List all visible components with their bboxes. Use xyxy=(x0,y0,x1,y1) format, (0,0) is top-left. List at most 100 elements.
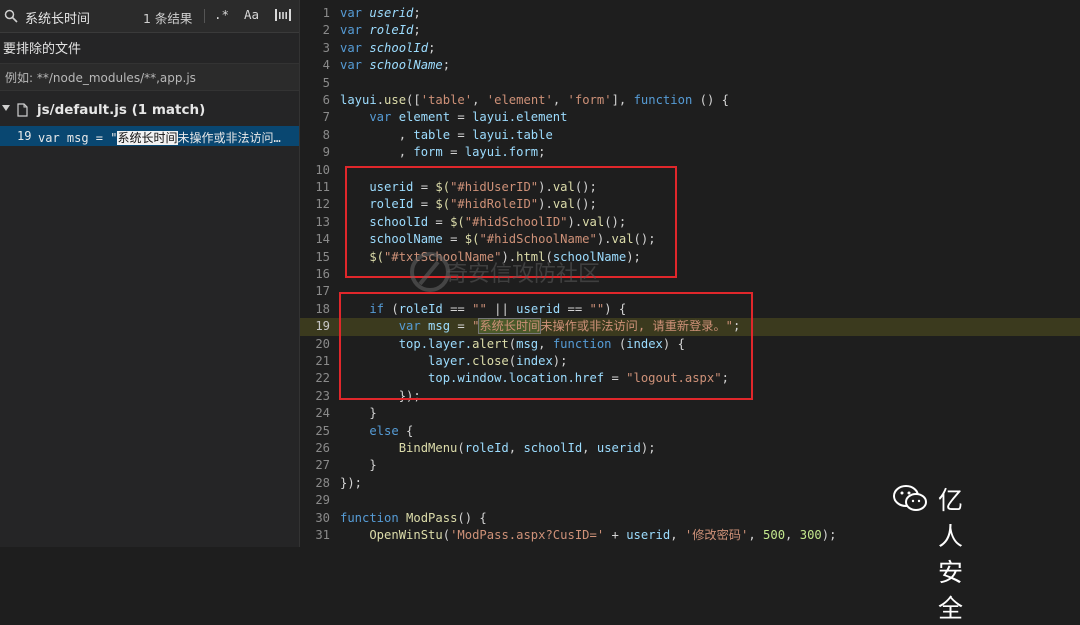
token: () { xyxy=(457,510,487,525)
match-result-item[interactable]: 19 var msg = "系统长时间未操作或非法访问… xyxy=(0,126,299,146)
token: '修改密码' xyxy=(684,528,749,542)
files-to-exclude-input[interactable]: 例如: **/node_modules/**,app.js xyxy=(0,63,299,91)
code-line: 27 } xyxy=(300,457,1080,474)
token: ); xyxy=(821,528,837,542)
line-number: 30 xyxy=(315,510,330,525)
code-line: 24 } xyxy=(300,405,1080,422)
code-line: 5 xyxy=(300,75,1080,92)
token: var xyxy=(340,6,363,20)
token: ; xyxy=(428,40,436,55)
line-number: 13 xyxy=(315,214,330,229)
token: = xyxy=(450,110,473,125)
line-number: 29 xyxy=(315,493,330,508)
code-line: 26 BindMenu(roleId, schoolId, userid); xyxy=(300,440,1080,457)
line-number: 28 xyxy=(315,475,330,490)
match-line-number: 19 xyxy=(17,129,32,143)
token: ], xyxy=(611,93,634,107)
search-bar[interactable]: 系统长时间 1 条结果 .* Aa xyxy=(0,0,299,33)
code-line: 3 var schoolId; xyxy=(300,40,1080,57)
token: function xyxy=(340,510,399,525)
token: userid xyxy=(369,6,414,20)
token: , xyxy=(340,145,414,160)
token: schoolName xyxy=(369,58,443,73)
code-line: 4 var schoolName; xyxy=(300,57,1080,74)
line-number: 2 xyxy=(322,23,330,38)
match-suffix: 未操作或非法访问… xyxy=(177,131,281,145)
annotation-box-login-check xyxy=(339,292,753,400)
token: , xyxy=(552,93,568,107)
token: element xyxy=(391,110,451,125)
result-file-row[interactable]: js/default.js (1 match) xyxy=(0,101,299,121)
token: }); xyxy=(340,475,363,490)
files-to-exclude-label: 要排除的文件 xyxy=(3,42,82,57)
token: var xyxy=(340,23,363,38)
line-number: 24 xyxy=(315,406,330,421)
token: = xyxy=(450,127,473,142)
code-line: 7 var element = layui.element xyxy=(300,109,1080,126)
line-number: 17 xyxy=(315,284,330,299)
token: , xyxy=(340,127,414,142)
code-line: 1 var userid; xyxy=(300,5,1080,22)
line-number: 20 xyxy=(315,336,330,351)
line-number: 14 xyxy=(315,232,330,247)
exclude-placeholder: 例如: **/node_modules/**,app.js xyxy=(5,71,196,85)
line-number: 10 xyxy=(315,162,330,177)
token: ); xyxy=(640,441,656,455)
line-number: 22 xyxy=(315,371,330,386)
token: else xyxy=(340,423,399,438)
token: ( xyxy=(442,528,451,542)
whole-word-button[interactable] xyxy=(274,8,292,23)
token: 'element' xyxy=(486,93,553,107)
line-number: 9 xyxy=(322,145,330,160)
line-number: 5 xyxy=(322,75,330,90)
token: ; xyxy=(413,23,421,38)
token: = xyxy=(442,145,465,160)
token: userid xyxy=(626,528,671,542)
wechat-icon xyxy=(893,485,927,511)
token: table xyxy=(413,127,451,142)
token: , xyxy=(670,528,685,542)
token: , xyxy=(472,93,487,107)
code-line: 25 else { xyxy=(300,423,1080,440)
search-query[interactable]: 系统长时间 xyxy=(25,8,90,27)
line-number: 27 xyxy=(315,458,330,473)
token: . xyxy=(376,93,385,107)
token: ; xyxy=(538,145,546,160)
token: var xyxy=(340,40,363,55)
line-number: 16 xyxy=(315,267,330,281)
line-number: 21 xyxy=(315,354,330,368)
divider xyxy=(204,9,205,23)
token: layui.table xyxy=(472,127,553,142)
match-highlight: 系统长时间 xyxy=(117,131,178,145)
code-line: 6 layui.use(['table', 'element', 'form'],… xyxy=(300,92,1080,109)
code-editor[interactable]: 1 var userid; 2 var roleId; 3 var schoolId;… xyxy=(300,0,1080,547)
token: , xyxy=(785,528,800,542)
token: var xyxy=(340,58,363,73)
token: layui.form xyxy=(464,145,539,160)
chevron-down-icon[interactable] xyxy=(2,105,10,111)
brand-name: 亿人安全 xyxy=(938,486,964,623)
token: } xyxy=(340,406,377,421)
token: schoolId xyxy=(369,40,429,55)
token: layui xyxy=(340,93,377,107)
token: , xyxy=(508,441,524,455)
token: ; xyxy=(413,6,421,20)
token: ( xyxy=(457,441,465,455)
line-number: 7 xyxy=(322,110,330,125)
match-case-button[interactable]: Aa xyxy=(244,7,259,22)
token: + xyxy=(604,528,627,542)
token: function xyxy=(633,93,693,107)
token: 'form' xyxy=(567,93,612,107)
line-number: 19 xyxy=(315,319,330,334)
token: userid xyxy=(596,441,641,455)
token: schoolId xyxy=(523,441,583,455)
token: 500 xyxy=(763,528,786,542)
regex-toggle-button[interactable]: .* xyxy=(214,7,229,22)
token: roleId xyxy=(464,441,509,455)
line-number: 25 xyxy=(315,423,330,438)
line-number: 6 xyxy=(322,93,330,107)
token: 300 xyxy=(799,528,822,542)
token: roleId xyxy=(369,23,414,38)
token: 'ModPass.aspx?CusID=' xyxy=(450,528,605,542)
line-number: 11 xyxy=(315,180,330,194)
